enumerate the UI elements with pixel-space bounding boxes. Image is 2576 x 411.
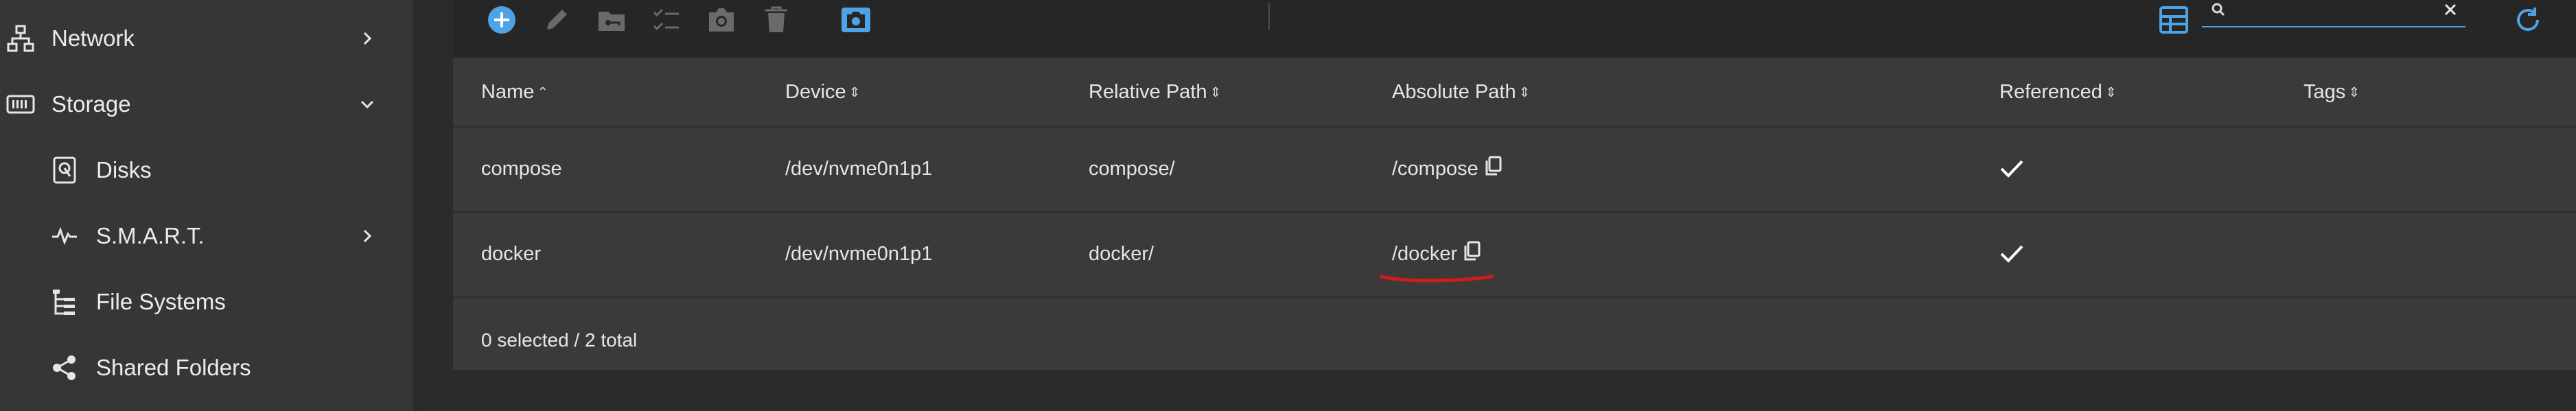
add-icon[interactable]	[485, 3, 519, 37]
cell-absolute-path: /compose	[1392, 126, 1502, 211]
sidebar-item-label: S.M.A.R.T.	[96, 223, 205, 248]
sort-icon: ⇕	[1209, 84, 1222, 100]
disk-icon	[49, 155, 80, 185]
delete-icon[interactable]	[759, 3, 793, 37]
refresh-icon[interactable]	[2511, 3, 2545, 37]
sort-icon: ⇕	[848, 84, 861, 100]
column-label: Relative Path	[1089, 80, 1207, 103]
column-label: Device	[785, 80, 846, 103]
sort-icon: ⇕	[2348, 84, 2360, 100]
sidebar-item-smart[interactable]: S.M.A.R.T.	[0, 203, 412, 269]
column-label: Absolute Path	[1392, 80, 1516, 103]
cell-relative-path: docker/	[1089, 242, 1154, 265]
selection-count: 0 selected / 2 total	[481, 329, 638, 351]
sidebar-item-label: Network	[51, 25, 135, 51]
sidebar-item-label: Shared Folders	[96, 355, 251, 380]
snapshot-icon[interactable]	[839, 3, 873, 37]
sidebar-item-shared-folders[interactable]: Shared Folders	[0, 335, 412, 401]
table-header: Name ⌃ Device ⇕ Relative Path ⇕ Absolute Pa…	[453, 58, 2576, 128]
absolute-path-text: /docker	[1392, 242, 1458, 265]
shared-folders-table: Name ⌃ Device ⇕ Relative Path ⇕ Absolute Pa…	[453, 58, 2576, 370]
sidebar-item-label: Storage	[51, 91, 131, 117]
column-header-name[interactable]: Name ⌃	[481, 58, 548, 126]
sidebar-item-label: Disks	[96, 157, 152, 183]
table-view-icon[interactable]	[2157, 3, 2191, 37]
table-footer: 0 selected / 2 total	[453, 310, 2576, 370]
column-label: Referenced	[1999, 80, 2102, 103]
filesystem-icon	[49, 287, 80, 317]
search-field[interactable]	[2202, 0, 2465, 27]
cell-name: compose	[481, 157, 562, 180]
table-row[interactable]: compose /dev/nvme0n1p1 compose/ /compose	[453, 126, 2576, 213]
chevron-right-icon	[353, 25, 381, 52]
edit-icon[interactable]	[539, 3, 574, 37]
sort-asc-icon: ⌃	[537, 84, 549, 100]
chevron-right-icon	[353, 222, 381, 250]
sidebar: Network Storage Disks S.M.A.R.T. File Sy…	[0, 0, 417, 411]
share-icon	[49, 353, 80, 383]
referenced-check-icon	[1999, 126, 2024, 211]
column-label: Tags	[2304, 80, 2346, 103]
column-header-absolute-path[interactable]: Absolute Path ⇕	[1392, 58, 1530, 126]
column-header-tags[interactable]: Tags ⇕	[2304, 58, 2360, 126]
sidebar-item-disks[interactable]: Disks	[0, 137, 412, 203]
absolute-path-text: /compose	[1392, 157, 1478, 180]
sidebar-item-network[interactable]: Network	[0, 5, 412, 71]
sidebar-item-label: File Systems	[96, 289, 226, 314]
sidebar-item-file-systems[interactable]: File Systems	[0, 269, 412, 335]
folder-key-icon[interactable]	[594, 3, 629, 37]
camera-icon[interactable]	[704, 3, 739, 37]
pulse-icon	[49, 221, 80, 251]
cell-device: /dev/nvme0n1p1	[785, 242, 933, 265]
referenced-check-icon	[1999, 211, 2024, 296]
toolbar	[453, 0, 2576, 58]
storage-icon	[5, 89, 36, 119]
clear-search-icon[interactable]	[2442, 1, 2459, 21]
cell-relative-path: compose/	[1089, 157, 1175, 180]
copy-icon[interactable]	[1463, 241, 1481, 267]
column-header-relative-path[interactable]: Relative Path ⇕	[1089, 58, 1221, 126]
chevron-down-icon	[353, 91, 381, 118]
sidebar-item-storage[interactable]: Storage	[0, 71, 412, 137]
cell-device: /dev/nvme0n1p1	[785, 157, 933, 180]
sort-icon: ⇕	[1518, 84, 1531, 100]
search-icon	[2210, 1, 2227, 21]
sort-icon: ⇕	[2104, 84, 2117, 100]
toolbar-separator	[1268, 3, 1270, 30]
column-header-referenced[interactable]: Referenced ⇕	[1999, 58, 2117, 126]
table-row[interactable]: docker /dev/nvme0n1p1 docker/ /docker	[453, 211, 2576, 298]
search-input[interactable]	[2232, 0, 2427, 25]
red-underline-annotation	[1379, 274, 1494, 283]
checklist-icon[interactable]	[649, 3, 684, 37]
copy-icon[interactable]	[1484, 156, 1502, 182]
column-label: Name	[481, 80, 535, 103]
column-header-device[interactable]: Device ⇕	[785, 58, 860, 126]
cell-name: docker	[481, 242, 542, 265]
network-icon	[5, 23, 36, 54]
